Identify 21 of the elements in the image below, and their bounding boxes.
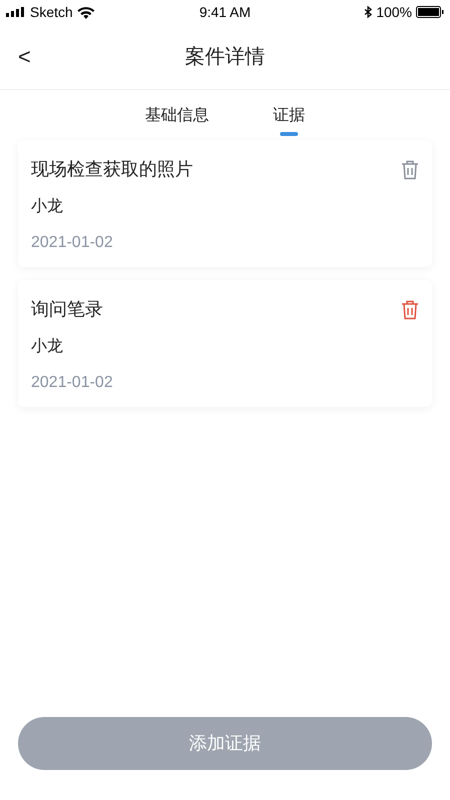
evidence-title: 现场检查获取的照片 bbox=[31, 158, 193, 181]
person-name: 小龙 bbox=[31, 196, 64, 217]
evidence-title: 询问笔录 bbox=[31, 298, 103, 321]
trash-icon[interactable] bbox=[401, 300, 419, 320]
tab[interactable]: 基础信息 bbox=[145, 104, 209, 136]
wifi-icon bbox=[76, 6, 95, 18]
bluetooth-icon bbox=[364, 6, 372, 18]
page-title: 案件详情 bbox=[185, 44, 265, 70]
person-name: 小龙 bbox=[31, 336, 64, 357]
tab[interactable]: 证据 bbox=[273, 104, 305, 136]
battery-percent: 100% bbox=[376, 2, 412, 22]
trash-icon[interactable] bbox=[401, 160, 419, 180]
evidence-date: 2021-01-02 bbox=[31, 233, 114, 253]
signal-icon bbox=[6, 7, 26, 17]
evidence-date: 2021-01-02 bbox=[31, 373, 114, 393]
carrier-name: Sketch bbox=[30, 2, 73, 22]
evidence-card[interactable]: 询问笔录 小龙 2021-01-02 bbox=[18, 280, 432, 407]
status-time: 9:41 AM bbox=[199, 2, 251, 22]
back-button[interactable]: < bbox=[14, 40, 35, 73]
evidence-card[interactable]: 现场检查获取的照片 小龙 2021-01-02 bbox=[18, 140, 432, 267]
battery-icon bbox=[416, 6, 444, 18]
